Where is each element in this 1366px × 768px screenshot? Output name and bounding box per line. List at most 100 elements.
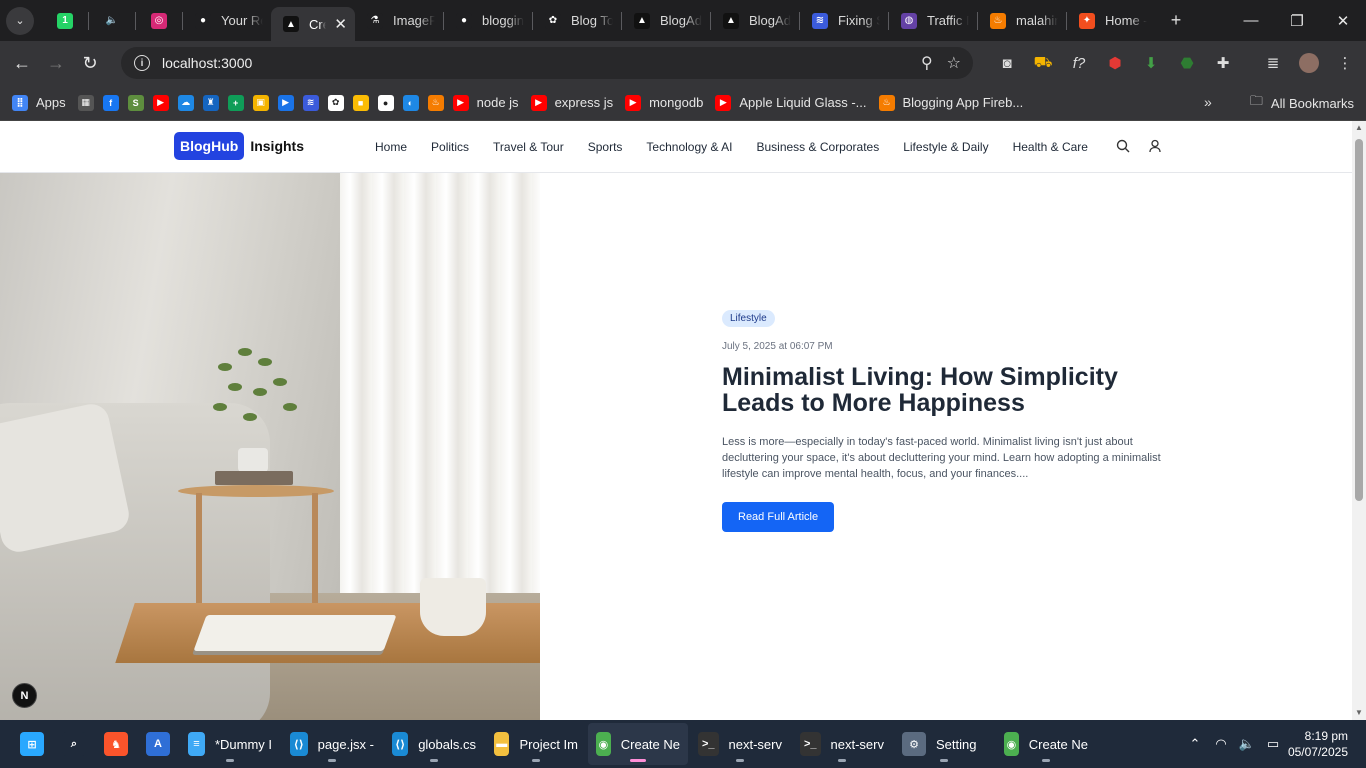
taskbar-item[interactable]: ≡ *Dummy I: [180, 723, 280, 765]
reload-button[interactable]: ↻: [73, 46, 107, 80]
site-info-icon[interactable]: i: [134, 55, 150, 71]
bookmark-item[interactable]: +: [227, 94, 244, 111]
extensions-puzzle-icon[interactable]: ✚: [1206, 46, 1240, 80]
github-icon: ●: [456, 12, 472, 29]
bookmark-item[interactable]: ≋: [302, 94, 319, 111]
browser-tab[interactable]: ♨ malahin: [978, 4, 1066, 38]
bookmark-item[interactable]: ■: [352, 94, 369, 111]
download-extension-icon[interactable]: ⬇: [1134, 46, 1168, 80]
taskbar-item[interactable]: ⌕: [54, 723, 94, 765]
forward-button[interactable]: →: [39, 46, 73, 80]
bookmark-star-icon[interactable]: ☆: [947, 53, 961, 73]
category-badge[interactable]: Lifestyle: [722, 310, 775, 327]
bookmark-item[interactable]: ♜: [202, 94, 219, 111]
browser-tab[interactable]: ● bloggin: [444, 4, 532, 38]
taskbar-item[interactable]: ⚙ Setting: [894, 723, 994, 765]
taskbar-item[interactable]: ⊞: [12, 723, 52, 765]
minimize-button[interactable]: —: [1228, 0, 1274, 41]
nav-link[interactable]: Home: [375, 140, 407, 154]
nav-link[interactable]: Business & Corporates: [756, 140, 879, 154]
taskbar-item[interactable]: ⟨⟩ page.jsx -: [282, 723, 382, 765]
clock[interactable]: 8:19 pm 05/07/2025: [1286, 728, 1366, 760]
browser-tab[interactable]: 🔈: [89, 4, 135, 38]
volume-icon[interactable]: 🔈: [1234, 736, 1260, 752]
taskbar-item[interactable]: ▬ Project Im: [486, 723, 586, 765]
bookmark-item[interactable]: f: [102, 94, 119, 111]
read-full-article-button[interactable]: Read Full Article: [722, 502, 835, 532]
scrollbar-thumb[interactable]: [1355, 139, 1363, 501]
browser-tab[interactable]: ▲ Cre ✕: [271, 7, 355, 41]
bookmark-item[interactable]: ▶: [277, 94, 294, 111]
user-icon[interactable]: [1148, 139, 1162, 158]
close-window-button[interactable]: ✕: [1320, 0, 1366, 41]
bookmark-item[interactable]: ♨ Blogging App Fireb...: [878, 94, 1023, 111]
browser-tab[interactable]: ⚗ ImageF: [355, 4, 443, 38]
wifi-icon[interactable]: ◠: [1208, 736, 1234, 752]
taskbar-item[interactable]: >_ next-serv: [792, 723, 892, 765]
taskbar-item[interactable]: A: [138, 723, 178, 765]
site-logo[interactable]: BlogHub Insights: [174, 132, 304, 160]
bookmark-item[interactable]: ▶ express js: [530, 94, 613, 111]
bookmark-item[interactable]: ▶ node js: [452, 94, 519, 111]
tray-chevron-icon[interactable]: ⌃: [1182, 736, 1208, 752]
bookmark-item[interactable]: ◐: [402, 94, 419, 111]
battery-icon[interactable]: ▭: [1260, 736, 1286, 752]
bookmark-item[interactable]: ♨: [427, 94, 444, 111]
bookmark-item[interactable]: ●: [377, 94, 394, 111]
green-extension-icon[interactable]: ⬣: [1170, 46, 1204, 80]
taskbar-item[interactable]: ⟨⟩ globals.cs: [384, 723, 484, 765]
profile-avatar[interactable]: [1292, 46, 1326, 80]
nav-link[interactable]: Travel & Tour: [493, 140, 564, 154]
browser-tab[interactable]: ✦ Home -: [1067, 4, 1155, 38]
camera-extension-icon[interactable]: ◙: [990, 46, 1024, 80]
back-button[interactable]: ←: [5, 46, 39, 80]
address-bar[interactable]: i localhost:3000 ⚲ ☆: [121, 47, 973, 79]
bookmark-item[interactable]: ⣿ Apps: [12, 94, 66, 111]
ublock-extension-icon[interactable]: ⬢: [1098, 46, 1132, 80]
browser-tab[interactable]: ● Your Re: [183, 4, 271, 38]
post-title[interactable]: Minimalist Living: How Simplicity Leads …: [722, 364, 1162, 416]
browser-tab[interactable]: ≋ Fixing S: [800, 4, 888, 38]
browser-menu-icon[interactable]: ⋮: [1328, 46, 1362, 80]
nextjs-dev-badge[interactable]: N: [12, 683, 37, 708]
scroll-up-arrow-icon[interactable]: ▲: [1355, 123, 1363, 132]
bookmark-label: mongodb: [649, 95, 704, 110]
more-bookmarks-chevron-icon[interactable]: »: [1204, 94, 1212, 110]
browser-tab[interactable]: ▲ BlogAd: [711, 4, 799, 38]
browser-tab[interactable]: ▲ BlogAd: [622, 4, 710, 38]
browser-tab[interactable]: ✿ Blog To: [533, 4, 621, 38]
browser-tab[interactable]: 1: [42, 4, 88, 38]
font-extension-icon[interactable]: f?: [1062, 46, 1096, 80]
bookmark-item[interactable]: ▶: [152, 94, 169, 111]
scroll-down-arrow-icon[interactable]: ▼: [1355, 708, 1363, 717]
taskbar-item[interactable]: ♞: [96, 723, 136, 765]
bookmark-item[interactable]: ▶ Apple Liquid Glass -...: [715, 94, 867, 111]
browser-tab[interactable]: ◍ Traffic R: [889, 4, 977, 38]
nav-link[interactable]: Health & Care: [1013, 140, 1088, 154]
new-tab-button[interactable]: +: [1159, 4, 1193, 38]
bookmark-item[interactable]: ▦: [77, 94, 94, 111]
zoom-icon[interactable]: ⚲: [921, 53, 933, 73]
running-indicator: [1042, 759, 1050, 762]
nav-link[interactable]: Politics: [431, 140, 469, 154]
nav-link[interactable]: Sports: [588, 140, 623, 154]
bookmark-item[interactable]: ▶ mongodb: [625, 94, 704, 111]
nav-link[interactable]: Lifestyle & Daily: [903, 140, 988, 154]
taskbar-item[interactable]: ◉ Create Ne: [588, 723, 688, 765]
page-scrollbar[interactable]: ▲ ▼: [1352, 121, 1366, 720]
bookmark-item[interactable]: S: [127, 94, 144, 111]
browser-tab[interactable]: ◎: [136, 4, 182, 38]
taskbar-item[interactable]: ◉ Create Ne: [996, 723, 1096, 765]
bookmark-item[interactable]: ✿: [327, 94, 344, 111]
all-bookmarks-button[interactable]: 🗀 All Bookmarks: [1250, 85, 1354, 121]
bookmark-item[interactable]: ▣: [252, 94, 269, 111]
nav-link[interactable]: Technology & AI: [646, 140, 732, 154]
close-tab-icon[interactable]: ✕: [334, 15, 347, 33]
taskbar-item[interactable]: >_ next-serv: [690, 723, 790, 765]
bookmark-item[interactable]: ☁: [177, 94, 194, 111]
maximize-button[interactable]: ❐: [1274, 0, 1320, 41]
search-icon[interactable]: [1116, 139, 1130, 158]
tab-search-button[interactable]: ⌄: [6, 6, 34, 35]
cart-extension-icon[interactable]: ⛟: [1026, 46, 1060, 80]
media-control-icon[interactable]: ≣: [1256, 46, 1290, 80]
